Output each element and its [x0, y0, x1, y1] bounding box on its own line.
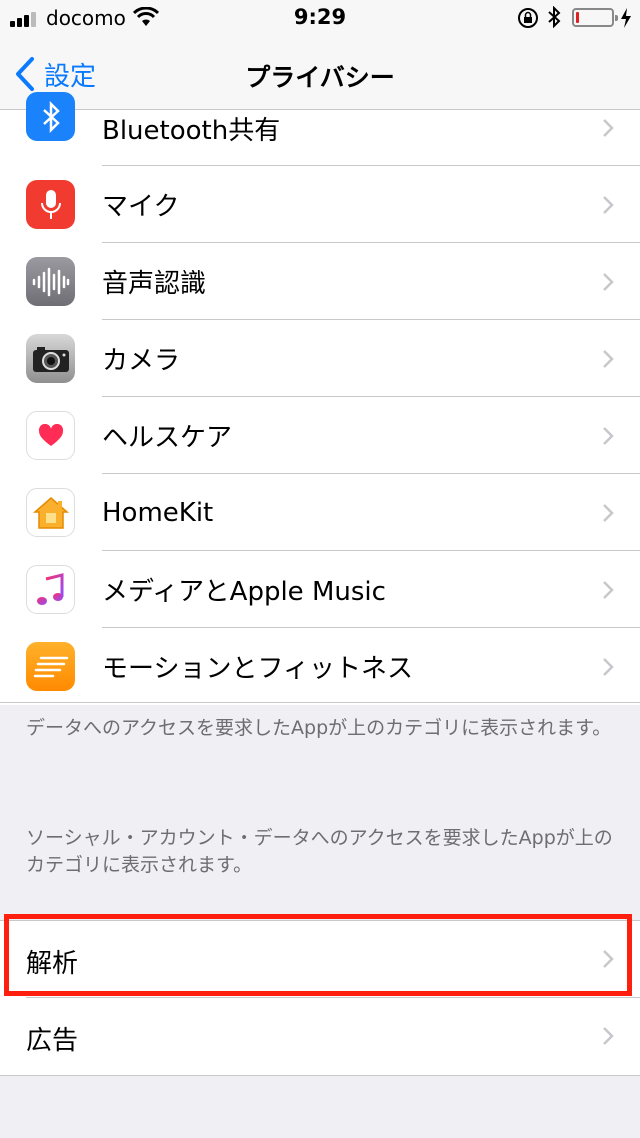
- list-item-label: 音声認識: [102, 269, 207, 299]
- list-item-label: HomeKit: [102, 497, 214, 528]
- chevron-right-icon: [603, 119, 614, 137]
- charging-icon: [621, 8, 631, 28]
- navigation-bar: 設定 プライバシー: [0, 40, 640, 110]
- chevron-right-icon: [603, 950, 614, 968]
- list-item-label: メディアとApple Music: [102, 577, 386, 607]
- camera-icon: [26, 334, 75, 383]
- chevron-right-icon: [603, 580, 614, 599]
- list-item-analytics[interactable]: 解析: [0, 921, 640, 998]
- chevron-right-icon: [603, 503, 614, 522]
- heart-icon: [26, 411, 75, 460]
- microphone-icon: [26, 180, 75, 229]
- motion-icon: [26, 642, 75, 691]
- chevron-right-icon: [603, 195, 614, 214]
- apps-access-note: データへのアクセスを要求したAppが上のカテゴリに表示されます。: [26, 717, 612, 739]
- list-item-label: 広告: [26, 1026, 79, 1056]
- list-item-media-apple-music[interactable]: メディアとApple Music: [0, 551, 640, 628]
- list-item-label: Bluetooth共有: [102, 116, 281, 146]
- home-icon: [26, 488, 75, 537]
- list-item-label: ヘルスケア: [102, 423, 233, 453]
- list-item-label: マイク: [102, 192, 180, 222]
- music-note-icon: [26, 565, 75, 614]
- battery-icon: [572, 8, 618, 27]
- status-bar: docomo 9:29: [0, 0, 640, 40]
- list-item-camera[interactable]: カメラ: [0, 320, 640, 397]
- list-item-speech-recognition[interactable]: 音声認識: [0, 243, 640, 320]
- list-item-homekit[interactable]: HomeKit: [0, 474, 640, 551]
- rotation-lock-icon: [518, 8, 538, 28]
- privacy-list: Bluetooth共有 マイク 音声認識 カメラ ヘルスケア HomeKit メ…: [0, 92, 640, 705]
- list-item-advertising[interactable]: 広告: [0, 998, 640, 1075]
- chevron-right-icon: [603, 657, 614, 676]
- list-item-label: カメラ: [102, 346, 181, 376]
- page-title: プライバシー: [245, 63, 395, 92]
- clock-time: 9:29: [293, 5, 347, 29]
- bluetooth-icon: [26, 92, 75, 141]
- social-access-note: ソーシャル・アカウント・データへのアクセスを要求したAppが上のカテゴリに表示さ…: [26, 827, 613, 876]
- list-item-health[interactable]: ヘルスケア: [0, 397, 640, 474]
- chevron-right-icon: [603, 1027, 614, 1045]
- chevron-right-icon: [603, 272, 614, 291]
- list-item-label: 解析: [26, 949, 79, 979]
- list-item-bluetooth-sharing[interactable]: Bluetooth共有: [0, 92, 640, 166]
- chevron-right-icon: [603, 349, 614, 368]
- waveform-icon: [26, 257, 75, 306]
- chevron-right-icon: [603, 426, 614, 445]
- bluetooth-icon: [548, 6, 561, 28]
- list-item-microphone[interactable]: マイク: [0, 166, 640, 243]
- list-item-label: モーションとフィットネス: [102, 654, 413, 684]
- list-item-motion-fitness[interactable]: モーションとフィットネス: [0, 628, 640, 705]
- analytics-ads-group: 解析 広告: [0, 920, 640, 1076]
